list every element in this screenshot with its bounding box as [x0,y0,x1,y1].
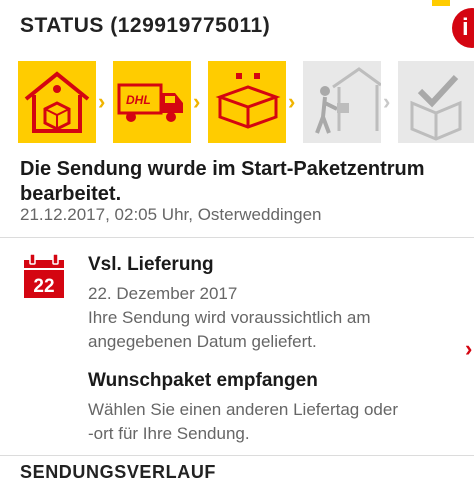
step-delivered [398,61,474,143]
event-meta: 21.12.2017, 02:05 Uhr, Osterweddingen [20,205,322,224]
chevron-right-icon: › [98,89,106,114]
wunschpaket-description-line2: -ort für Ihre Sendung. [88,424,250,443]
delivery-description-line2: angegebenen Datum geliefert. [88,332,317,351]
delivery-date: 22. Dezember 2017 [88,284,238,303]
delivered-box-check-icon [398,61,474,143]
step-dhl-truck: DHL [113,61,191,143]
packages-icon [208,61,286,143]
house-package-icon [18,61,96,143]
status-title: STATUS (129919775011) [20,14,271,37]
wunschpaket-description-line1: Wählen Sie einen anderen Liefertag oder [88,400,398,419]
calendar-icon: 22 [24,254,64,298]
chevron-right-icon: › [193,89,201,114]
courier-delivery-icon [303,61,381,143]
delivery-title: Vsl. Lieferung [88,254,214,275]
delivery-description-line1: Ihre Sendung wird voraussichtlich am [88,308,371,327]
section-divider [0,455,474,456]
step-house-package [18,61,96,143]
status-header: STATUS (129919775011) [0,0,474,48]
svg-text:DHL: DHL [126,93,151,107]
chevron-right-icon[interactable]: › [465,336,472,362]
history-heading[interactable]: SENDUNGSVERLAUF [20,462,216,483]
progress-steps: › DHL › › › [18,61,474,143]
chevron-right-icon: › [383,89,391,114]
wunschpaket-title[interactable]: Wunschpaket empfangen [88,370,318,392]
event-message: Die Sendung wurde im Start-Paketzentrum … [20,158,425,205]
step-courier-delivery [303,61,381,143]
chevron-right-icon: › [288,89,296,114]
section-divider [0,237,474,238]
step-paketzentrum [208,61,286,143]
calendar-day: 22 [33,276,54,297]
dhl-truck-icon: DHL [113,61,191,143]
